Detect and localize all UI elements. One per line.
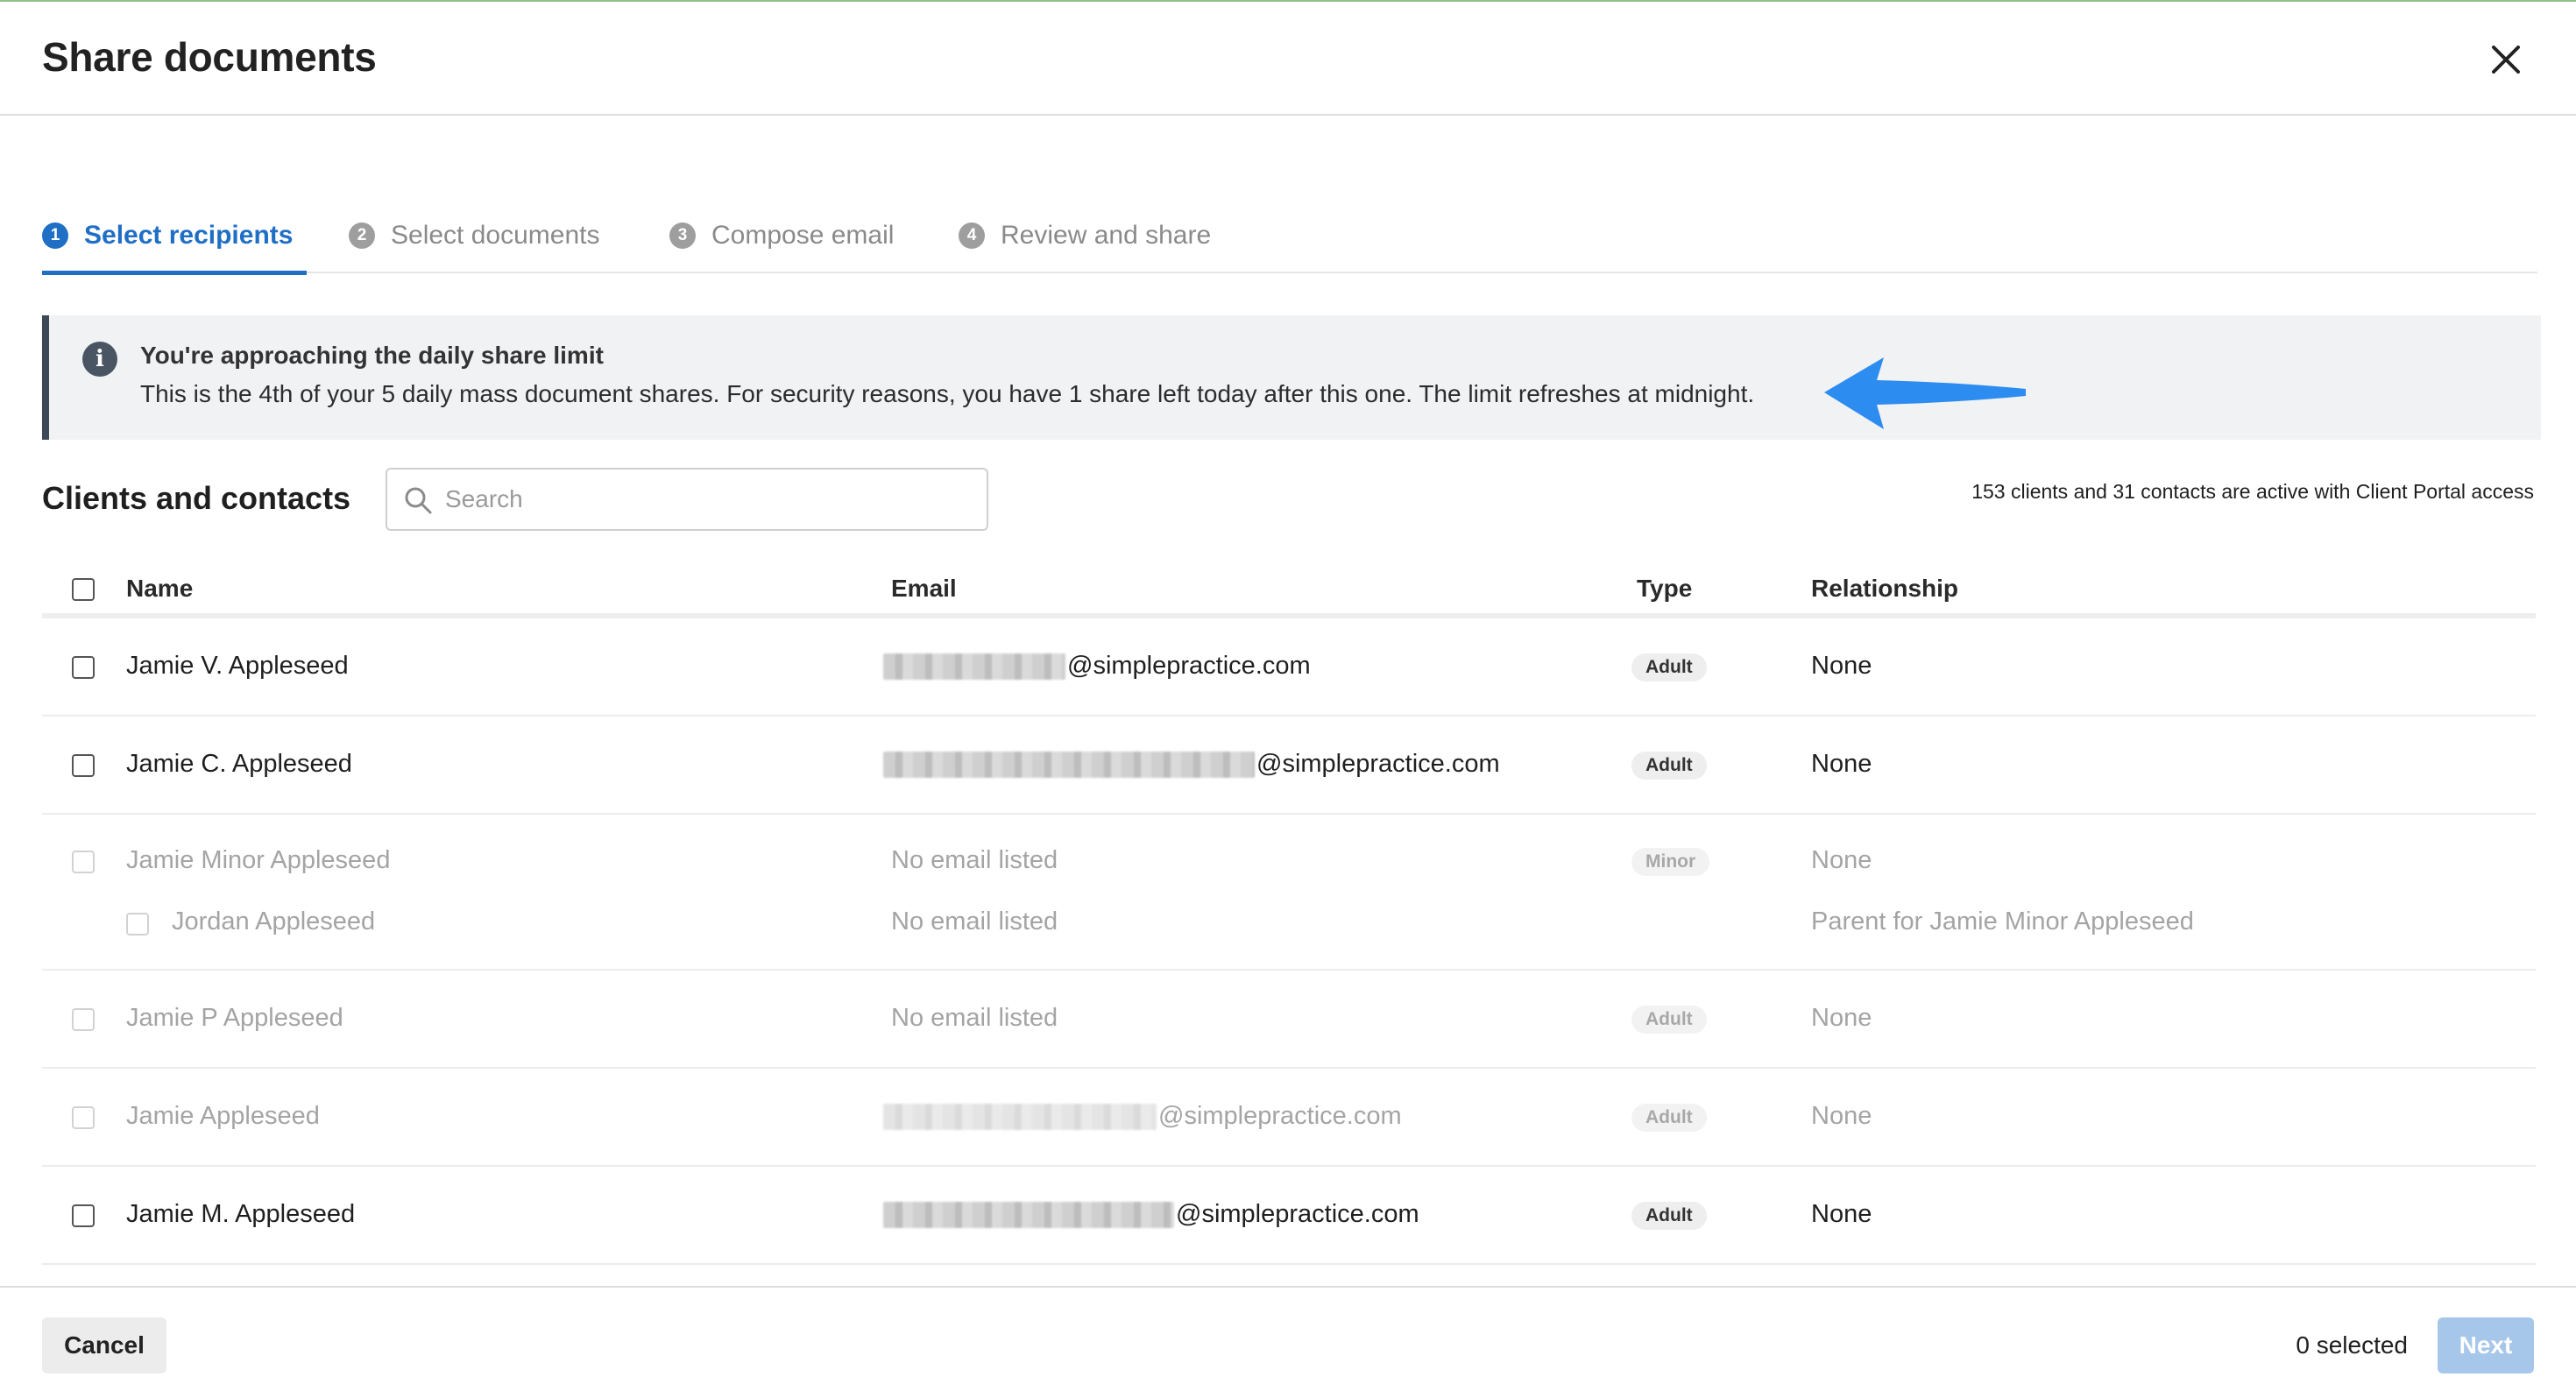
contact-relationship: Parent for Jamie Minor Appleseed bbox=[1811, 907, 2194, 936]
row-checkbox[interactable] bbox=[72, 851, 95, 873]
step-label: Compose email bbox=[711, 221, 895, 250]
close-icon bbox=[2492, 46, 2520, 74]
contact-checkbox[interactable] bbox=[126, 913, 149, 936]
alert-text: This is the 4th of your 5 daily mass doc… bbox=[140, 380, 1755, 407]
email-domain: @simplepractice.com bbox=[1176, 1200, 1419, 1228]
step-label: Select recipients bbox=[84, 221, 294, 250]
email-domain: @simplepractice.com bbox=[1067, 652, 1311, 680]
client-relationship: None bbox=[1811, 750, 1872, 778]
close-button[interactable] bbox=[2483, 37, 2529, 82]
share-documents-modal: Share documents 1 Select recipients 2 Se… bbox=[0, 0, 2576, 1398]
alert-title: You're approaching the daily share limit bbox=[140, 342, 604, 369]
select-all-checkbox[interactable] bbox=[72, 578, 95, 601]
arrow-annotation-icon bbox=[1824, 357, 2026, 429]
type-badge: Adult bbox=[1631, 752, 1707, 780]
share-limit-alert: i You're approaching the daily share lim… bbox=[42, 315, 2541, 440]
type-badge: Adult bbox=[1631, 653, 1707, 681]
step-select-recipients[interactable]: 1 Select recipients bbox=[42, 212, 308, 275]
client-email: @simplepractice.com bbox=[883, 750, 1500, 779]
table-row: Jamie C. Appleseed @simplepractice.com A… bbox=[42, 717, 2536, 815]
redacted-email-user bbox=[883, 752, 1255, 779]
client-name: Jamie V. Appleseed bbox=[126, 652, 349, 680]
row-checkbox[interactable] bbox=[72, 656, 95, 679]
search-icon bbox=[405, 487, 432, 514]
step-compose-email[interactable]: 3 Compose email bbox=[669, 212, 894, 273]
section-title: Clients and contacts bbox=[42, 480, 351, 516]
client-relationship: None bbox=[1811, 652, 1872, 680]
search-input[interactable] bbox=[445, 477, 971, 522]
column-header-type: Type bbox=[1637, 575, 1693, 602]
column-header-name: Name bbox=[126, 575, 194, 602]
client-relationship: None bbox=[1811, 1102, 1872, 1130]
table-header: Name Email Type Relationship bbox=[42, 562, 2536, 618]
type-badge: Adult bbox=[1631, 1006, 1707, 1034]
client-email: No email listed bbox=[891, 1004, 1058, 1032]
table-row: Jamie M. Appleseed @simplepractice.com A… bbox=[42, 1167, 2536, 1265]
table-row: Jamie Appleseed @simplepractice.com Adul… bbox=[42, 1069, 2536, 1167]
step-label: Review and share bbox=[1001, 221, 1212, 250]
row-checkbox[interactable] bbox=[72, 1106, 95, 1129]
modal-header: Share documents bbox=[0, 2, 2576, 116]
step-label: Select documents bbox=[391, 221, 600, 250]
modal-footer: Cancel 0 selected Next bbox=[0, 1286, 2576, 1398]
row-checkbox[interactable] bbox=[72, 754, 95, 777]
step-number: 1 bbox=[42, 222, 68, 249]
redacted-email-user bbox=[883, 653, 1065, 681]
row-checkbox[interactable] bbox=[72, 1008, 95, 1031]
email-domain: @simplepractice.com bbox=[1256, 750, 1500, 778]
client-relationship: None bbox=[1811, 1004, 1872, 1032]
client-email: @simplepractice.com bbox=[883, 652, 1311, 681]
type-badge: Adult bbox=[1631, 1104, 1707, 1132]
type-badge: Minor bbox=[1631, 848, 1710, 876]
client-name: Jamie M. Appleseed bbox=[126, 1200, 356, 1228]
client-email: @simplepractice.com bbox=[883, 1200, 1419, 1229]
client-name: Jamie P Appleseed bbox=[126, 1004, 343, 1032]
cancel-button[interactable]: Cancel bbox=[42, 1317, 166, 1373]
portal-access-count: 153 clients and 31 contacts are active w… bbox=[1971, 480, 2534, 503]
modal-title: Share documents bbox=[42, 34, 377, 80]
table-row: Jamie Minor Appleseed No email listed Mi… bbox=[42, 815, 2536, 971]
step-number: 2 bbox=[349, 222, 375, 249]
table-row: Jamie P Appleseed No email listed Adult … bbox=[42, 971, 2536, 1069]
search-field[interactable] bbox=[386, 468, 988, 531]
client-relationship: None bbox=[1811, 846, 1872, 874]
table-row: Jamie V. Appleseed @simplepractice.com A… bbox=[42, 618, 2536, 717]
info-icon: i bbox=[82, 342, 117, 377]
redacted-email-user bbox=[883, 1202, 1174, 1229]
redacted-email-user bbox=[883, 1104, 1157, 1131]
client-name: Jamie Minor Appleseed bbox=[126, 846, 391, 874]
column-header-email: Email bbox=[891, 575, 957, 602]
selected-count: 0 selected bbox=[2296, 1331, 2408, 1359]
contact-email: No email listed bbox=[891, 907, 1058, 936]
column-header-relationship: Relationship bbox=[1811, 575, 1959, 602]
step-review-and-share[interactable]: 4 Review and share bbox=[959, 212, 1211, 273]
email-domain: @simplepractice.com bbox=[1158, 1102, 1402, 1130]
client-relationship: None bbox=[1811, 1200, 1872, 1228]
type-badge: Adult bbox=[1631, 1202, 1707, 1230]
row-checkbox[interactable] bbox=[72, 1204, 95, 1227]
client-name: Jamie Appleseed bbox=[126, 1102, 320, 1130]
stepper: 1 Select recipients 2 Select documents 3… bbox=[42, 212, 2537, 275]
next-button[interactable]: Next bbox=[2438, 1317, 2534, 1373]
client-email: No email listed bbox=[891, 846, 1058, 874]
step-number: 4 bbox=[959, 222, 985, 249]
client-email: @simplepractice.com bbox=[883, 1102, 1402, 1131]
client-name: Jamie C. Appleseed bbox=[126, 750, 352, 778]
contact-name: Jordan Appleseed bbox=[172, 907, 376, 936]
step-number: 3 bbox=[669, 222, 696, 249]
step-select-documents[interactable]: 2 Select documents bbox=[349, 212, 599, 273]
